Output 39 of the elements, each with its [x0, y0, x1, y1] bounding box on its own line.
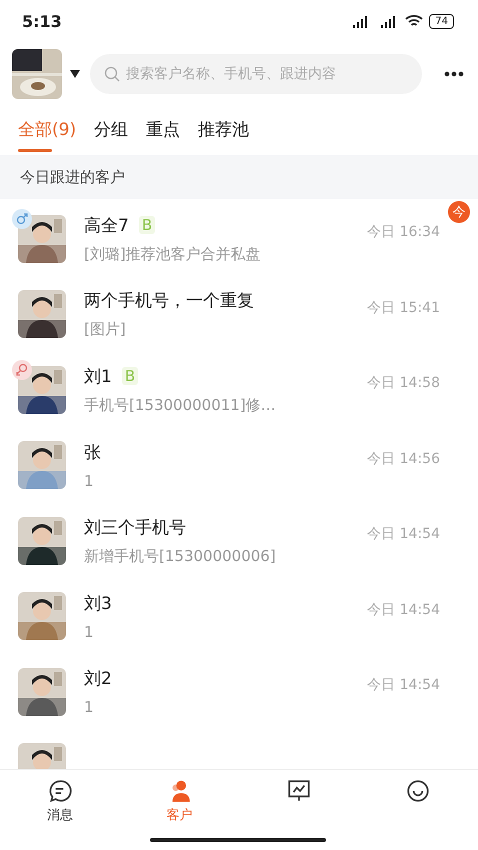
- wifi-icon: [405, 14, 424, 28]
- customer-name[interactable]: 刘1: [84, 364, 112, 388]
- search-field[interactable]: 搜索客户名称、手机号、跟进内容: [90, 54, 422, 94]
- tab[interactable]: 分组: [94, 116, 128, 152]
- level-tag: B: [122, 367, 138, 386]
- status-time: 5:13: [22, 12, 62, 30]
- customer-name[interactable]: 刘3: [84, 592, 112, 615]
- caret-icon[interactable]: [70, 70, 80, 78]
- last-message: 1: [84, 622, 95, 641]
- timestamp: 今日 14:58: [367, 374, 440, 392]
- level-tag: B: [138, 216, 156, 234]
- timestamp: 今日 15:41: [367, 298, 440, 316]
- battery-level: 74: [429, 14, 454, 28]
- message-icon: [46, 778, 73, 804]
- timestamp: 今日 14:56: [367, 450, 440, 468]
- customer-name[interactable]: 两个手机号，一个重复: [84, 289, 254, 312]
- today-badge: 今: [448, 201, 470, 223]
- last-message: [刘璐]推荐池客户合并私盘: [84, 244, 262, 264]
- section-header: 今日跟进的客户: [0, 155, 478, 199]
- timestamp: 今日 14:54: [367, 600, 440, 618]
- timestamp: 今日 14:54: [367, 676, 440, 694]
- customer-name[interactable]: 刘2: [84, 667, 112, 690]
- customer-name[interactable]: 刘三个手机号: [84, 516, 186, 539]
- tab[interactable]: 重点: [146, 116, 180, 152]
- more-icon[interactable]: [444, 71, 464, 77]
- search-icon: [104, 66, 120, 82]
- last-message: 1: [84, 698, 95, 716]
- chart-monitor-icon: [286, 778, 312, 804]
- smile-icon: [405, 778, 432, 804]
- last-message: 1: [84, 472, 95, 490]
- customer-name[interactable]: 张: [84, 440, 101, 464]
- last-message: 新增手机号[15300000006]: [84, 546, 277, 566]
- last-message: 手机号[15300000011]修…: [84, 396, 277, 415]
- timestamp: 今日 16:34: [367, 223, 440, 241]
- last-message: [图片]: [84, 320, 127, 340]
- timestamp: 今日 14:54: [367, 525, 440, 543]
- nav-tab[interactable]: 消息: [0, 770, 120, 825]
- customer-name[interactable]: 高全7: [84, 214, 129, 237]
- tab[interactable]: 推荐池: [198, 116, 250, 152]
